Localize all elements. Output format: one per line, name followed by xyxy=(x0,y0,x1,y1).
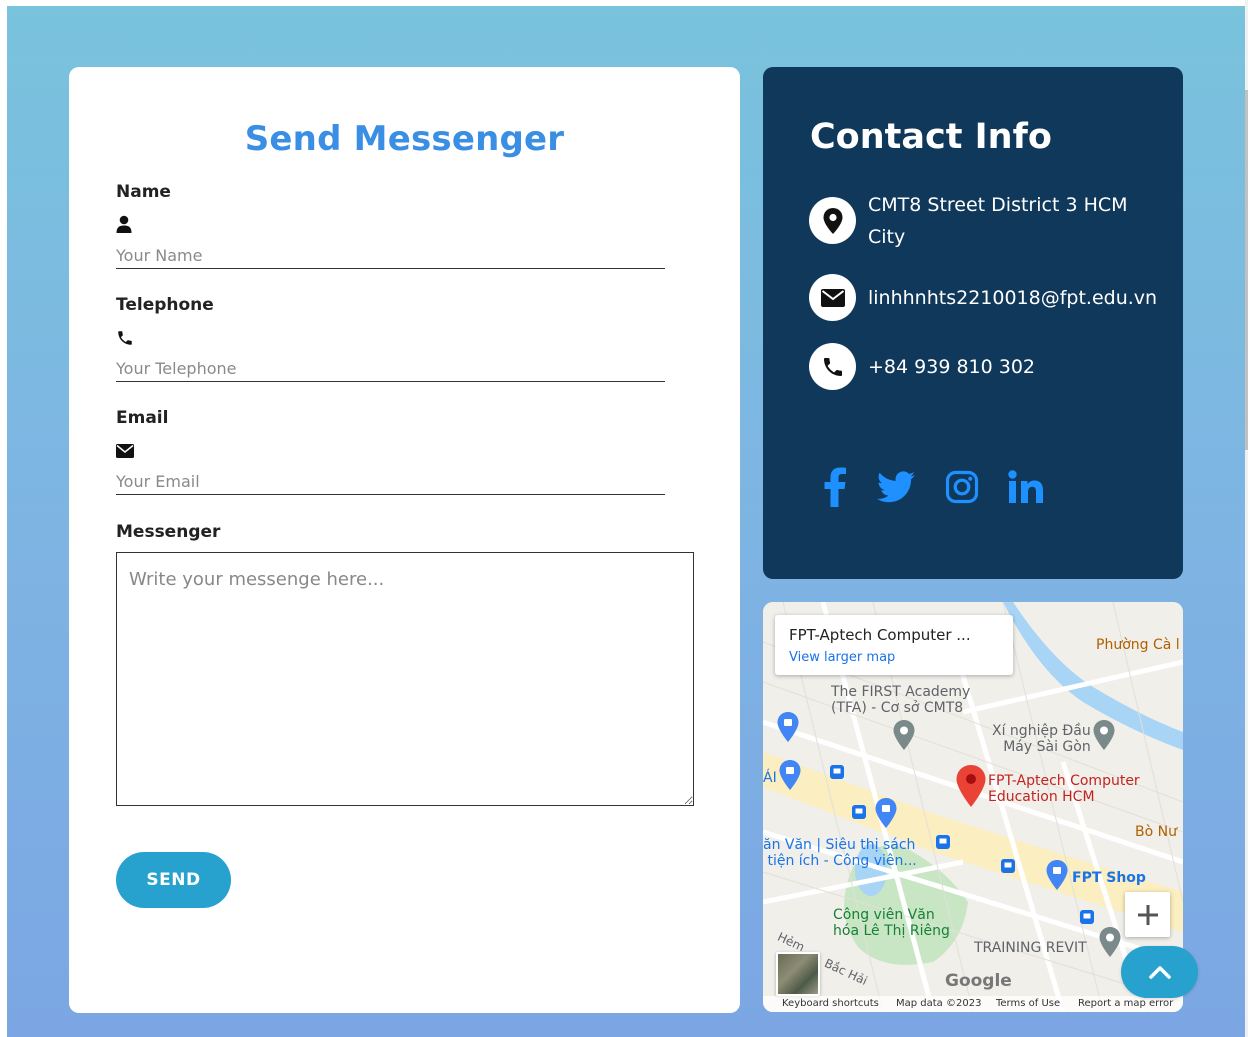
map-label-fpt-aptech: FPT-Aptech Computer Education HCM xyxy=(988,773,1140,805)
messenger-label: Messenger xyxy=(116,522,221,542)
report-error-link[interactable]: Report a map error xyxy=(1078,998,1173,1009)
address-text: CMT8 Street District 3 HCM City xyxy=(868,194,1128,248)
map-label-xi-nghiep: Xí nghiệp Đầu Máy Sài Gòn xyxy=(992,723,1091,755)
send-button[interactable]: SEND xyxy=(116,852,231,908)
map-label-phuong-ca: Phường Cà l xyxy=(1096,637,1180,653)
map-place-card: FPT-Aptech Computer ... View larger map xyxy=(775,615,1013,675)
plus-icon xyxy=(1137,904,1158,925)
poi-pin-icon xyxy=(1099,927,1121,957)
keyboard-shortcuts-link[interactable]: Keyboard shortcuts xyxy=(782,998,879,1009)
contact-info-card: Contact Info CMT8 Street District 3 HCM … xyxy=(763,67,1183,579)
facebook-icon[interactable] xyxy=(813,465,857,509)
user-icon xyxy=(116,215,134,233)
shopping-pin-icon xyxy=(1046,860,1068,890)
bus-stop-icon xyxy=(1080,910,1094,924)
telephone-input[interactable] xyxy=(116,356,665,382)
email-icon xyxy=(809,274,856,321)
email-label: Email xyxy=(116,408,169,428)
message-form-card: Send Messenger Name Telephone Email Mess… xyxy=(69,67,740,1013)
bus-stop-icon xyxy=(852,805,866,819)
location-marker-icon[interactable] xyxy=(956,765,986,807)
map-label-bo-nu: Bò Nư xyxy=(1135,824,1177,840)
message-textarea[interactable] xyxy=(116,552,694,806)
map-label-van-van: ăn Văn | Siêu thị sách tiện ích - Công v… xyxy=(763,837,917,869)
twitter-icon[interactable] xyxy=(874,465,918,509)
map-data-text: Map data ©2023 xyxy=(896,998,982,1009)
phone-icon xyxy=(116,329,134,347)
map-label-cong-vien: Công viên Văn hóa Lê Thị Riêng xyxy=(833,907,950,939)
bus-stop-icon xyxy=(1001,859,1015,873)
contact-title: Contact Info xyxy=(810,117,1052,157)
school-pin-icon xyxy=(893,720,915,750)
map-label-training-revit: TRAINING REVIT xyxy=(974,940,1087,956)
shopping-pin-icon xyxy=(777,712,799,742)
envelope-icon xyxy=(116,443,134,461)
map-label-fpt-shop: FPT Shop xyxy=(1072,870,1146,886)
linkedin-icon[interactable] xyxy=(1004,465,1048,509)
view-larger-map-link[interactable]: View larger map xyxy=(789,650,895,665)
instagram-icon[interactable] xyxy=(940,465,984,509)
bus-stop-icon xyxy=(830,765,844,779)
poi-pin-icon xyxy=(1093,720,1115,750)
chevron-up-icon xyxy=(1148,966,1171,979)
google-map[interactable]: FPT-Aptech Computer ... View larger map … xyxy=(763,602,1183,1012)
name-input[interactable] xyxy=(116,243,665,269)
email-input[interactable] xyxy=(116,469,665,495)
phone-text: +84 939 810 302 xyxy=(868,356,1036,378)
shopping-pin-icon xyxy=(779,760,801,790)
map-zoom-in-button[interactable] xyxy=(1125,892,1170,937)
map-satellite-toggle[interactable] xyxy=(776,952,820,996)
location-pin-icon xyxy=(809,197,856,244)
map-place-title: FPT-Aptech Computer ... xyxy=(789,626,971,644)
back-to-top-button[interactable] xyxy=(1121,946,1198,998)
email-text: linhhnhts2210018@fpt.edu.vn xyxy=(868,287,1158,309)
shopping-pin-icon xyxy=(875,798,897,828)
map-footer: Keyboard shortcuts Map data ©2023 Terms … xyxy=(763,996,1183,1012)
map-label-ai: ÁI xyxy=(763,770,777,786)
name-label: Name xyxy=(116,182,171,202)
form-title: Send Messenger xyxy=(244,119,565,159)
map-label-first-academy: The FIRST Academy (TFA) - Cơ sở CMT8 xyxy=(831,684,971,716)
telephone-label: Telephone xyxy=(116,295,214,315)
phone-icon xyxy=(809,343,856,390)
bus-stop-icon xyxy=(936,835,950,849)
terms-link[interactable]: Terms of Use xyxy=(996,998,1060,1009)
google-logo: Google xyxy=(945,971,1012,991)
